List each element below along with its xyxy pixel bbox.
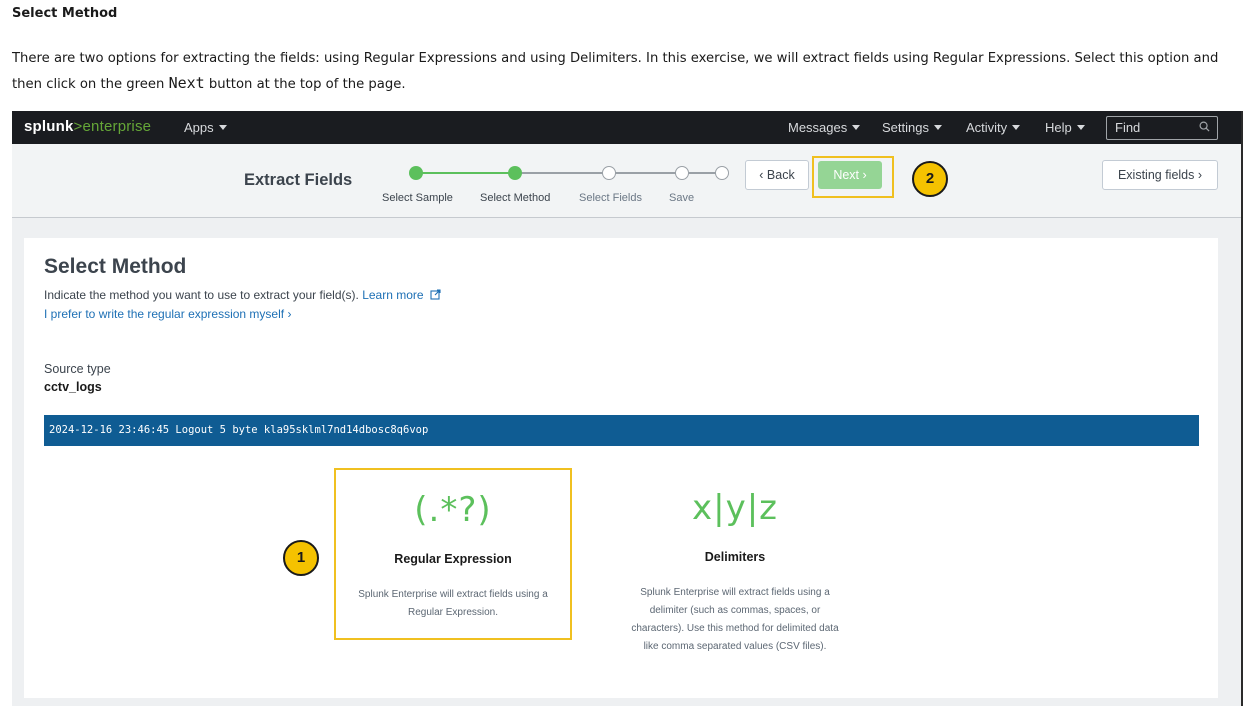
chevron-down-icon [1012, 125, 1021, 130]
step-dot-select-sample [409, 166, 423, 180]
doc-heading: Select Method [12, 6, 118, 21]
source-type-label: Source type [44, 362, 111, 376]
learn-more-link[interactable]: Learn more [362, 288, 441, 302]
select-method-panel: Select Method Indicate the method you wa… [24, 238, 1218, 698]
regex-option-description: Splunk Enterprise will extract fields us… [358, 589, 548, 618]
chevron-down-icon [933, 125, 942, 130]
step-label-select-fields: Select Fields [579, 192, 642, 204]
delimiter-icon: x|y|z [692, 488, 778, 528]
callout-1: 1 [283, 540, 319, 576]
learn-more-label: Learn more [362, 288, 424, 302]
splunk-screenshot: splunk>enterprise Apps Messages Settings… [12, 111, 1243, 706]
external-link-icon [430, 289, 441, 300]
nav-apps[interactable]: Apps [184, 120, 227, 135]
regex-icon: (.*?) [414, 490, 492, 530]
chevron-down-icon [1076, 125, 1085, 130]
chevron-right-icon: › [1194, 168, 1203, 182]
write-regex-myself-label: I prefer to write the regular expression… [44, 307, 285, 321]
source-type-value: cctv_logs [44, 380, 102, 394]
doc-paragraph-code: Next [168, 74, 205, 92]
nav-activity-label: Activity [966, 120, 1008, 135]
sample-event: 2024-12-16 23:46:45 Logout 5 byte kla95s… [44, 415, 1199, 446]
splunk-logo[interactable]: splunk>enterprise [24, 118, 151, 135]
panel-title: Select Method [44, 255, 187, 278]
delimiters-option-description: Splunk Enterprise will extract fields us… [631, 587, 839, 652]
back-button[interactable]: ‹ Back [745, 160, 809, 190]
back-button-label: Back [766, 168, 795, 182]
chevron-down-icon [218, 125, 227, 130]
delimiters-option-title: Delimiters [704, 550, 766, 564]
find-input[interactable]: Find [1106, 116, 1218, 140]
regex-option-title: Regular Expression [394, 552, 512, 566]
nav-settings-label: Settings [882, 120, 929, 135]
write-regex-myself-link[interactable]: I prefer to write the regular expression… [44, 307, 291, 321]
top-nav: splunk>enterprise Apps Messages Settings… [12, 111, 1241, 144]
chevron-left-icon: ‹ [759, 168, 767, 182]
step-label-select-method: Select Method [480, 192, 551, 204]
nav-activity[interactable]: Activity [966, 120, 1021, 135]
next-button[interactable]: Next › [818, 161, 882, 189]
nav-help-label: Help [1045, 120, 1072, 135]
step-label-save: Save [669, 192, 695, 204]
regular-expression-option[interactable]: (.*?) Regular Expression Splunk Enterpri… [334, 468, 572, 640]
step-dot-select-fields [602, 166, 616, 180]
search-icon [1199, 121, 1210, 132]
panel-description-text: Indicate the method you want to use to e… [44, 288, 359, 302]
step-dot-save [675, 166, 689, 180]
nav-messages[interactable]: Messages [788, 120, 861, 135]
next-button-label: Next [833, 168, 860, 182]
step-dot-end [715, 166, 729, 180]
panel-description: Indicate the method you want to use to e… [44, 288, 441, 302]
callout-2: 2 [912, 161, 948, 197]
extract-fields-wizard: Extract Fields Select Sample Select Meth… [12, 144, 1241, 218]
chevron-right-icon: › [859, 168, 867, 182]
chevron-right-icon: › [284, 307, 292, 321]
nav-settings[interactable]: Settings [882, 120, 942, 135]
existing-fields-button[interactable]: Existing fields › [1102, 160, 1218, 190]
find-placeholder: Find [1115, 120, 1141, 135]
step-connector-done [416, 172, 516, 174]
step-connector-todo [612, 172, 682, 174]
doc-paragraph: There are two options for extracting the… [12, 46, 1248, 97]
step-label-select-sample: Select Sample [382, 192, 453, 204]
step-dot-select-method [508, 166, 522, 180]
chevron-down-icon [852, 125, 861, 130]
logo-brand: splunk [24, 118, 74, 135]
step-connector-todo [516, 172, 612, 174]
nav-help[interactable]: Help [1045, 120, 1085, 135]
wizard-title: Extract Fields [244, 171, 353, 189]
nav-apps-label: Apps [184, 120, 214, 135]
logo-product: >enterprise [73, 118, 152, 135]
existing-fields-label: Existing fields [1117, 168, 1195, 182]
doc-paragraph-text-2: button at the top of the page. [204, 77, 406, 92]
nav-messages-label: Messages [788, 120, 848, 135]
delimiters-option[interactable]: x|y|z Delimiters Splunk Enterprise will … [616, 468, 854, 652]
